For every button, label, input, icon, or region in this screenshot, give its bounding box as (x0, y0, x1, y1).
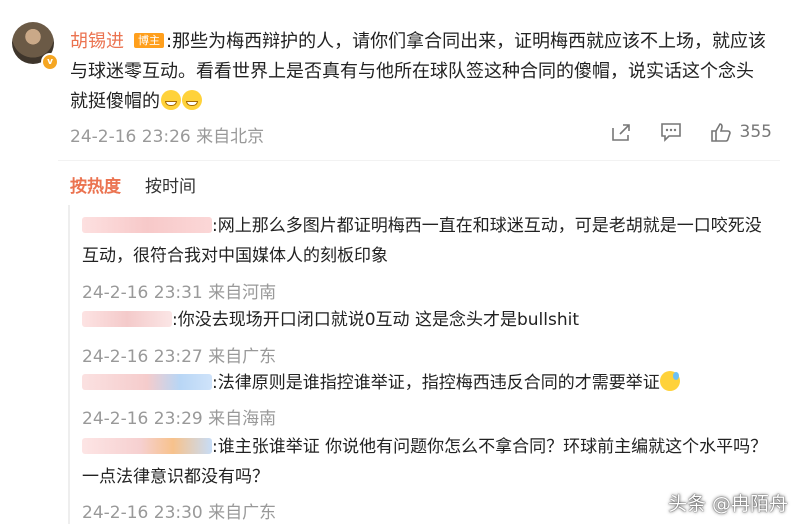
post-actions: 355 (582, 122, 772, 142)
post-location: 来自北京 (196, 127, 265, 147)
post-meta: 24-2-16 23:26 来自北京 (70, 122, 264, 147)
comment-text: :法律原则是谁指控谁举证，指控梅西违反合同的才需要举证 (212, 373, 660, 393)
share-button[interactable] (610, 122, 632, 142)
comment-time: 24-2-16 23:29 (82, 409, 203, 429)
list-item: :网上那么多图片都证明梅西一直在和球迷互动，可是老胡就是一口咬死没互动，很符合我… (82, 211, 772, 271)
comment-meta: 24-2-16 23:30 来自广东 (82, 498, 276, 523)
blogger-tag: 博主 (134, 33, 164, 48)
comment-time: 24-2-16 23:30 (82, 503, 203, 523)
sweat-emoji-icon (659, 371, 680, 391)
comment-text: :你没去现场开口闭口就说0互动 这是念头才是bullshit (172, 310, 579, 330)
like-count: 355 (739, 122, 772, 142)
post-body: 胡锡进 博主:那些为梅西辩护的人，请你们拿合同出来，证明梅西就应该不上场，就应该与… (70, 27, 770, 117)
blurred-username[interactable] (82, 438, 212, 454)
thumbs-up-icon (710, 123, 731, 142)
comment-location: 来自海南 (208, 409, 277, 429)
list-item: :法律原则是谁指控谁举证，指控梅西违反合同的才需要举证 (82, 368, 772, 398)
comment-icon (660, 123, 681, 142)
grin-emoji-icon (161, 90, 181, 110)
comment-button[interactable] (660, 122, 682, 142)
share-icon (611, 124, 630, 141)
comment-meta: 24-2-16 23:31 来自河南 (82, 278, 276, 303)
divider (58, 160, 780, 161)
comment-meta: 24-2-16 23:27 来自广东 (82, 342, 276, 367)
comment-meta: 24-2-16 23:29 来自海南 (82, 404, 276, 429)
comment-time: 24-2-16 23:27 (82, 347, 203, 367)
blurred-username[interactable] (82, 374, 212, 390)
comment-location: 来自广东 (208, 347, 277, 367)
comment-time: 24-2-16 23:31 (82, 283, 203, 303)
tab-sort-time[interactable]: 按时间 (145, 177, 196, 197)
list-item: :你没去现场开口闭口就说0互动 这是念头才是bullshit (82, 305, 772, 335)
blurred-username[interactable] (82, 311, 172, 327)
sort-tabs: 按热度 按时间 (70, 172, 196, 197)
post-time: 24-2-16 23:26 (70, 127, 191, 147)
blurred-username[interactable] (82, 217, 212, 233)
comment-location: 来自广东 (208, 503, 277, 523)
list-item: :谁主张谁举证 你说他有问题你怎么不拿合同？环球前主编就这个水平吗？一点法律意识… (82, 432, 772, 492)
comment-location: 来自河南 (208, 283, 277, 303)
like-button[interactable]: 355 (710, 122, 772, 142)
grin-emoji-icon (182, 90, 202, 110)
author-name[interactable]: 胡锡进 (70, 31, 124, 52)
watermark: 头条 @冉陌舟 (667, 493, 788, 515)
tab-sort-hot[interactable]: 按热度 (70, 177, 121, 197)
verified-badge-icon: v (41, 53, 59, 71)
